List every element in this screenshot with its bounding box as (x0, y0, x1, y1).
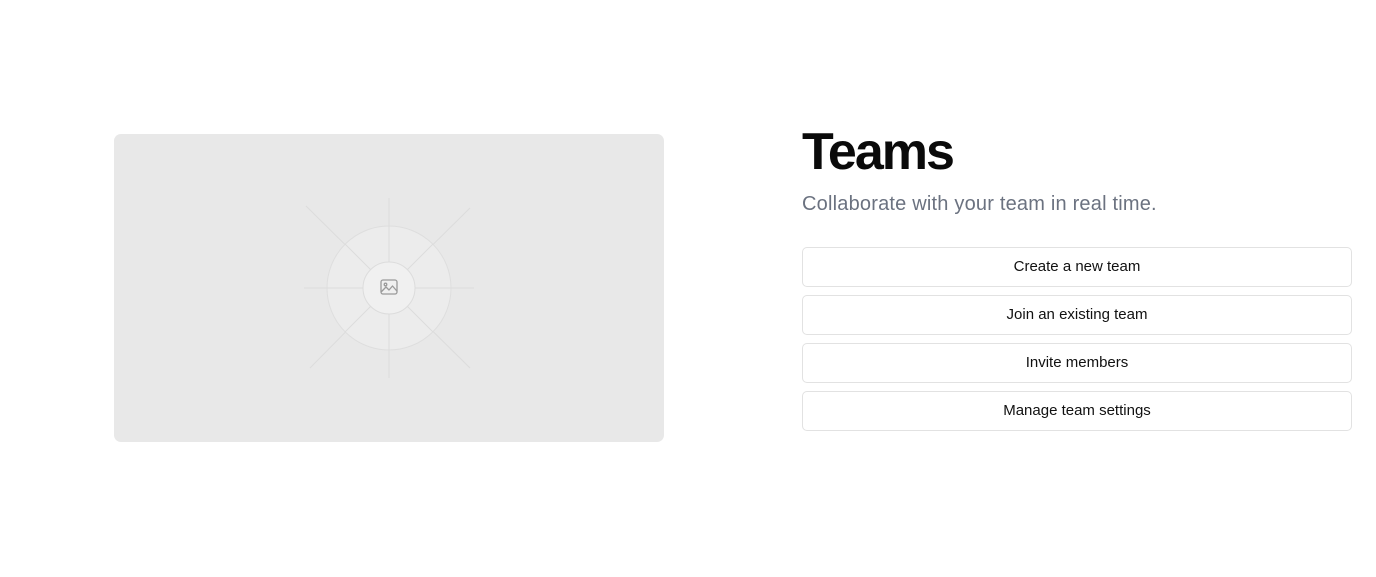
team-actions: Create a new team Join an existing team … (802, 247, 1352, 431)
image-placeholder (114, 134, 664, 442)
page-title: Teams (802, 123, 955, 181)
create-team-button[interactable]: Create a new team (802, 247, 1352, 287)
invite-members-button[interactable]: Invite members (802, 343, 1352, 383)
join-team-button[interactable]: Join an existing team (802, 295, 1352, 335)
placeholder-graphic (304, 198, 474, 378)
page: Teams Collaborate with your team in real… (0, 0, 1376, 577)
page-subtitle: Collaborate with your team in real time. (802, 193, 1157, 215)
teams-panel: Teams Collaborate with your team in real… (802, 122, 1352, 431)
manage-team-settings-button[interactable]: Manage team settings (802, 391, 1352, 431)
